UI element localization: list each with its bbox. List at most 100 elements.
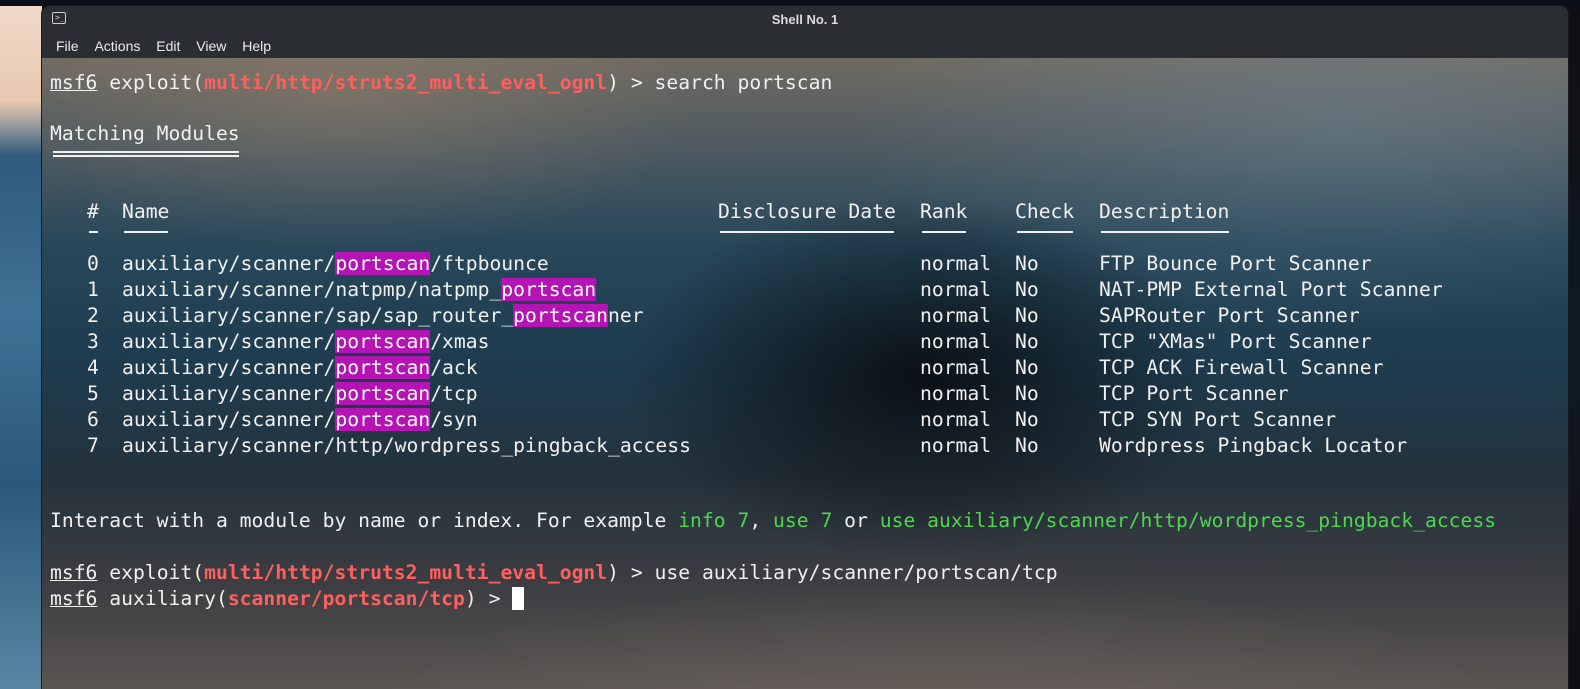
- row-description: Wordpress Pingback Locator: [1099, 434, 1408, 457]
- row-description: NAT-PMP External Port Scanner: [1099, 278, 1443, 301]
- row-module-name[interactable]: auxiliary/scanner/http/wordpress_pingbac…: [122, 433, 691, 459]
- usage-hint: Interact with a module by name or index.…: [50, 508, 1496, 534]
- menu-file[interactable]: File: [56, 38, 79, 54]
- prompt-line-search: msf6 exploit(multi/http/struts2_multi_ev…: [50, 71, 833, 94]
- prompt-module: multi/http/struts2_multi_eval_ognl: [204, 561, 608, 584]
- hint-example-info: info 7: [678, 509, 750, 532]
- text-cursor[interactable]: [512, 587, 525, 610]
- module-path: auxiliary/scanner/: [122, 382, 336, 405]
- row-num: 4: [87, 356, 99, 379]
- header-check: Check: [1015, 200, 1075, 223]
- prompt-user: msf6: [50, 561, 98, 584]
- header-name: Name: [122, 200, 170, 223]
- menu-edit[interactable]: Edit: [156, 38, 180, 54]
- title-bar[interactable]: >_ Shell No. 1: [42, 6, 1568, 33]
- row-module-name[interactable]: auxiliary/scanner/portscan/ack: [122, 355, 478, 381]
- active-prompt-line[interactable]: msf6 auxiliary(scanner/portscan/tcp) >: [50, 586, 525, 612]
- row-check: No: [1015, 382, 1039, 405]
- header-description: Description: [1099, 200, 1230, 223]
- desktop-wallpaper: [0, 6, 42, 689]
- module-path-rest: /tcp: [430, 382, 478, 405]
- row-module-name[interactable]: auxiliary/scanner/natpmp/natpmp_portscan: [122, 277, 597, 303]
- row-check: No: [1015, 356, 1039, 379]
- search-match-highlight: portscan: [335, 382, 431, 405]
- header-name-underline: [124, 231, 168, 233]
- row-num: 5: [87, 382, 99, 405]
- menu-view[interactable]: View: [196, 38, 226, 54]
- search-match-highlight: portscan: [501, 278, 597, 301]
- row-description: SAPRouter Port Scanner: [1099, 304, 1360, 327]
- row-check: No: [1015, 278, 1039, 301]
- menu-help[interactable]: Help: [242, 38, 271, 54]
- hint-example-use-index: use 7: [773, 509, 833, 532]
- row-description: TCP ACK Firewall Scanner: [1099, 356, 1384, 379]
- prompt-arrow: >: [476, 587, 513, 610]
- menu-actions[interactable]: Actions: [94, 38, 140, 54]
- row-rank: normal: [920, 330, 992, 353]
- terminal-output[interactable]: msf6 exploit(multi/http/struts2_multi_ev…: [42, 58, 1568, 689]
- row-rank: normal: [920, 252, 992, 275]
- module-path: auxiliary/scanner/natpmp/natpmp_: [122, 278, 502, 301]
- prompt-context: exploit: [109, 71, 193, 94]
- module-path-rest: /syn: [430, 408, 478, 431]
- module-path-rest: ner: [607, 304, 644, 327]
- module-path-rest: /xmas: [430, 330, 490, 353]
- row-num: 2: [87, 304, 99, 327]
- row-description: TCP Port Scanner: [1099, 382, 1289, 405]
- prompt-context: exploit: [109, 561, 193, 584]
- menu-bar: File Actions Edit View Help: [42, 33, 1568, 58]
- row-module-name[interactable]: auxiliary/scanner/portscan/syn: [122, 407, 478, 433]
- module-path: auxiliary/scanner/: [122, 252, 336, 275]
- row-rank: normal: [920, 304, 992, 327]
- row-description: TCP "XMas" Port Scanner: [1099, 330, 1372, 353]
- module-path: auxiliary/scanner/sap/sap_router_: [122, 304, 514, 327]
- module-path: auxiliary/scanner/: [122, 408, 336, 431]
- use-command: use auxiliary/scanner/portscan/tcp: [654, 561, 1058, 584]
- row-num: 0: [87, 252, 99, 275]
- search-match-highlight: portscan: [335, 408, 431, 431]
- row-module-name[interactable]: auxiliary/scanner/portscan/xmas: [122, 329, 489, 355]
- header-description-underline: [1101, 231, 1229, 233]
- search-match-highlight: portscan: [513, 304, 608, 327]
- row-num: 1: [87, 278, 99, 301]
- results-heading: Matching Modules: [50, 122, 240, 145]
- row-module-name[interactable]: auxiliary/scanner/portscan/tcp: [122, 381, 478, 407]
- row-check: No: [1015, 252, 1039, 275]
- header-num-underline: [89, 231, 98, 233]
- search-match-highlight: portscan: [335, 252, 431, 275]
- prompt-arrow: >: [618, 561, 655, 584]
- prompt-user: msf6: [50, 587, 98, 610]
- search-command: search portscan: [654, 71, 833, 94]
- header-date-underline: [720, 231, 894, 233]
- row-rank: normal: [920, 356, 992, 379]
- prompt-arrow: >: [618, 71, 655, 94]
- prompt-module: multi/http/struts2_multi_eval_ognl: [204, 71, 608, 94]
- header-date: Disclosure Date: [718, 200, 896, 223]
- heading-underline: [53, 151, 239, 157]
- header-rank: Rank: [920, 200, 968, 223]
- row-num: 6: [87, 408, 99, 431]
- row-check: No: [1015, 304, 1039, 327]
- window-title: Shell No. 1: [771, 12, 839, 27]
- header-rank-underline: [922, 231, 966, 233]
- row-description: FTP Bounce Port Scanner: [1099, 252, 1372, 275]
- hint-example-use-name: use auxiliary/scanner/http/wordpress_pin…: [879, 509, 1497, 532]
- terminal-window: >_ Shell No. 1 File Actions Edit View He…: [42, 6, 1568, 689]
- module-path: auxiliary/scanner/http/wordpress_pingbac…: [122, 434, 691, 457]
- row-module-name[interactable]: auxiliary/scanner/sap/sap_router_portsca…: [122, 303, 644, 329]
- prompt-module: scanner/portscan/tcp: [227, 587, 465, 610]
- prompt-context: auxiliary: [109, 587, 216, 610]
- row-rank: normal: [920, 434, 992, 457]
- hint-separator: or: [832, 509, 880, 532]
- row-rank: normal: [920, 278, 992, 301]
- prompt-user: msf6: [50, 71, 98, 94]
- search-match-highlight: portscan: [335, 330, 431, 353]
- module-path-rest: /ftpbounce: [430, 252, 549, 275]
- row-module-name[interactable]: auxiliary/scanner/portscan/ftpbounce: [122, 251, 549, 277]
- row-check: No: [1015, 434, 1039, 457]
- row-rank: normal: [920, 382, 992, 405]
- row-description: TCP SYN Port Scanner: [1099, 408, 1337, 431]
- desktop-edge: [1568, 6, 1580, 689]
- prompt-line-use: msf6 exploit(multi/http/struts2_multi_ev…: [50, 561, 1058, 584]
- module-path: auxiliary/scanner/: [122, 330, 336, 353]
